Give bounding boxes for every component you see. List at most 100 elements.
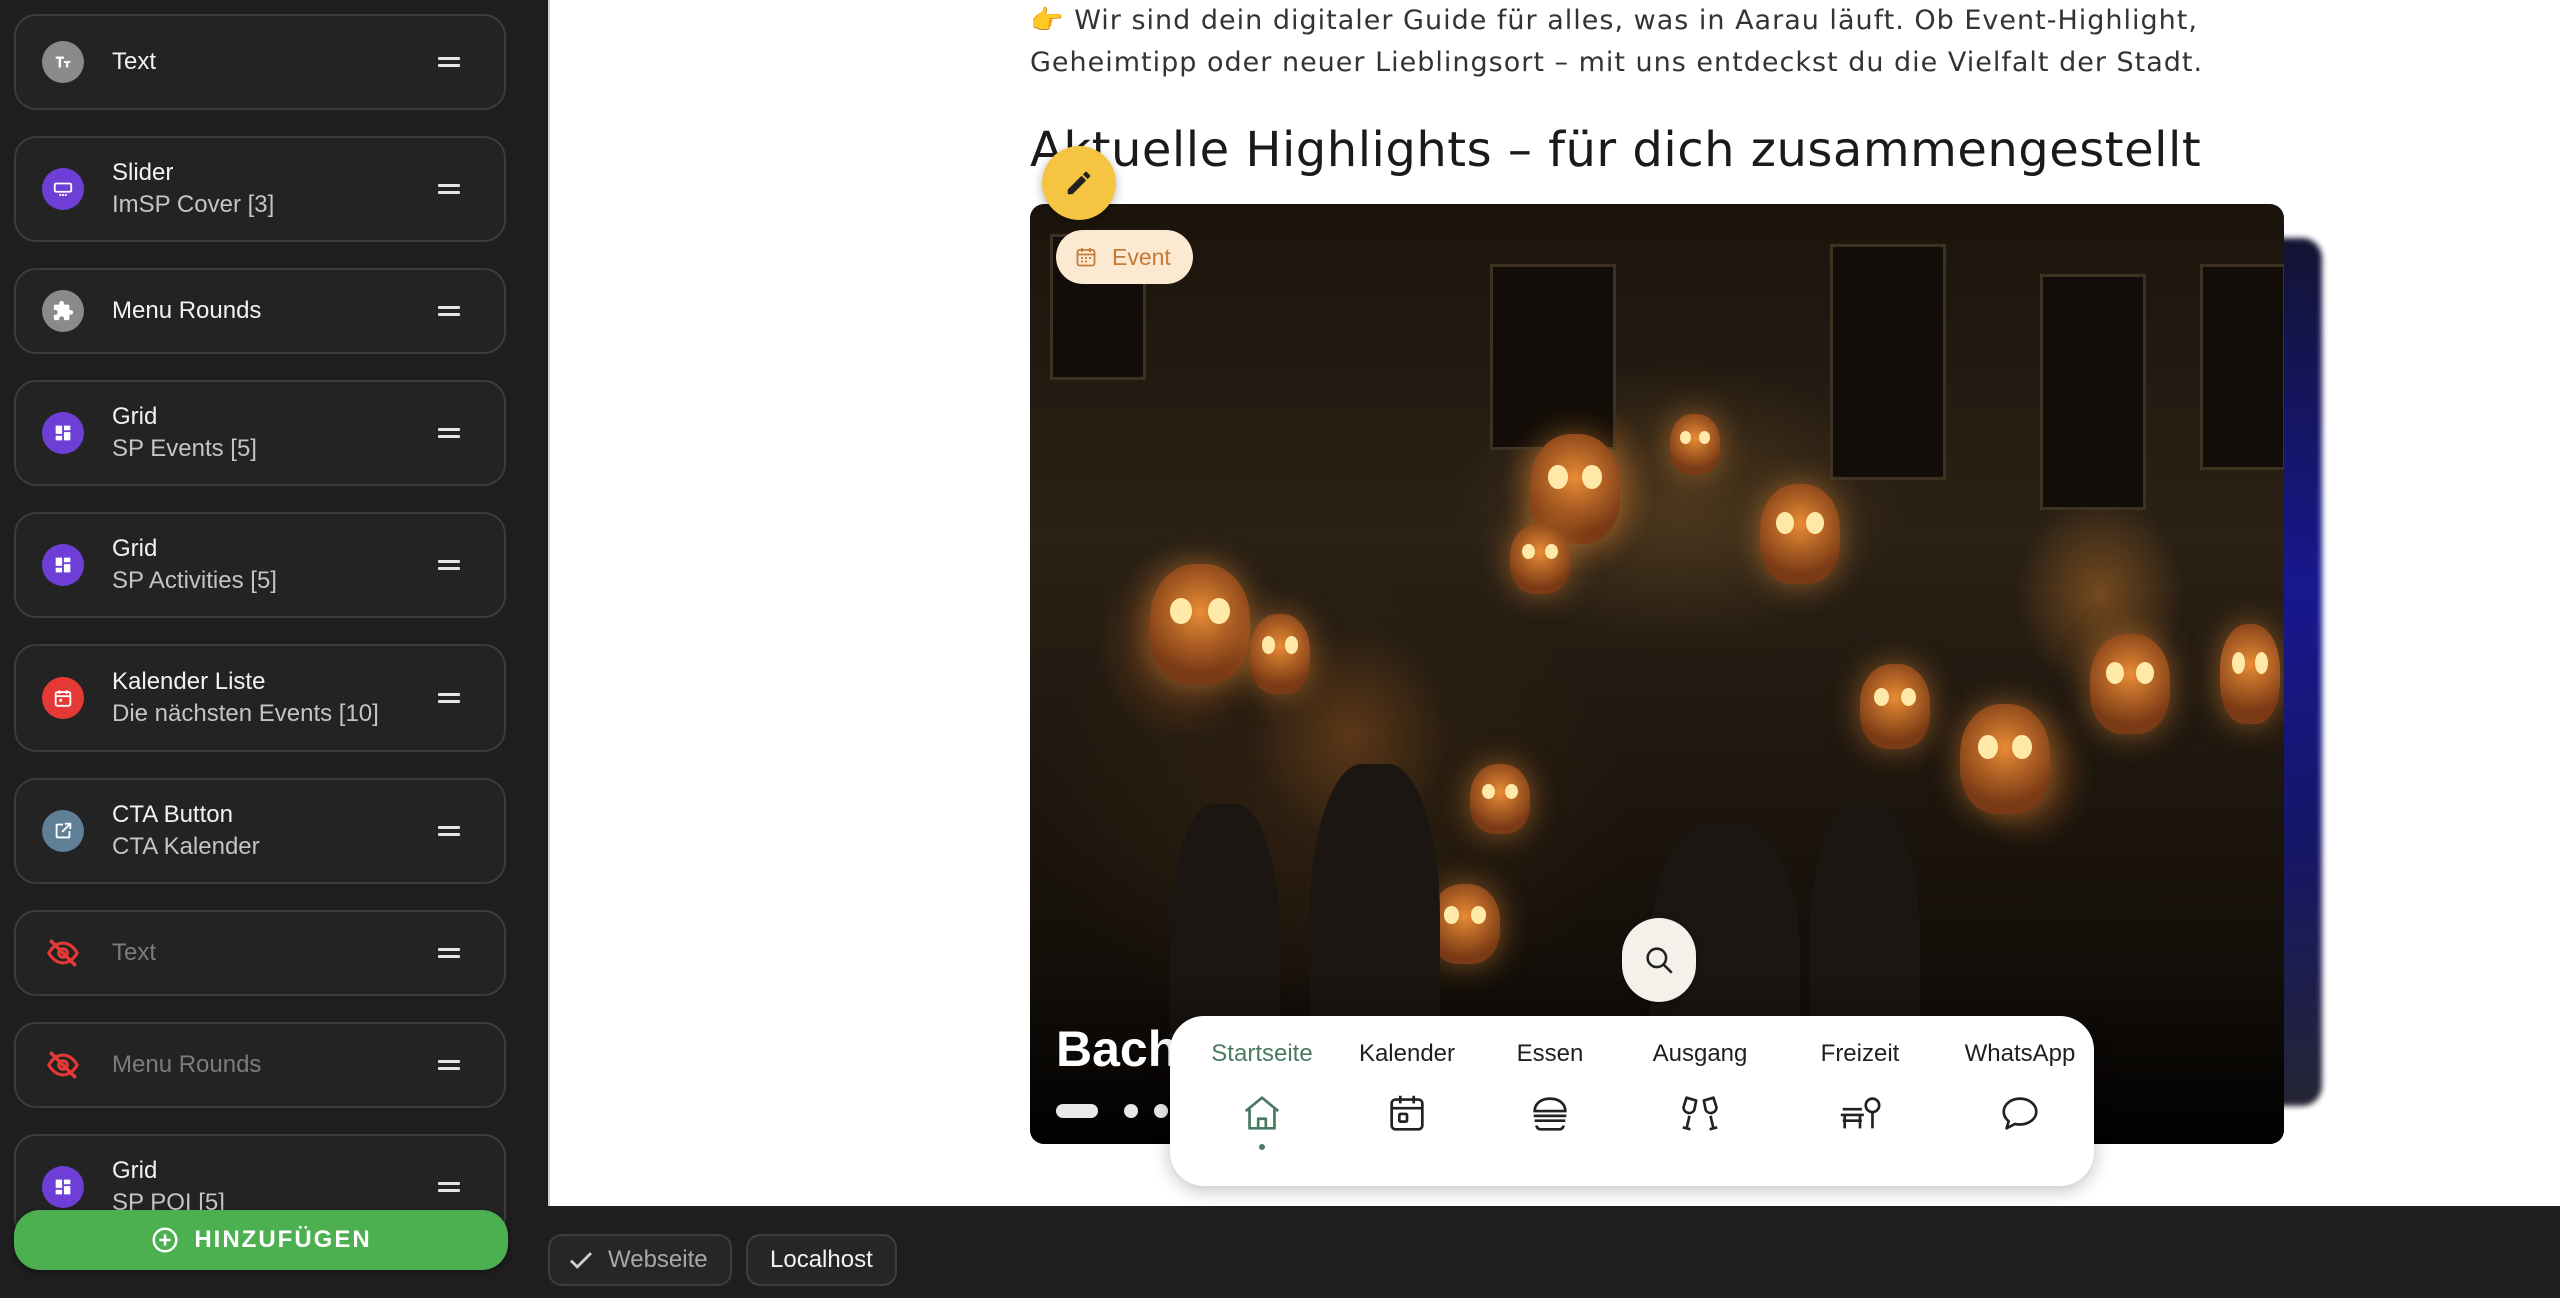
nav-item-essen[interactable]: Essen (1500, 1016, 1600, 1186)
webseite-toggle[interactable]: Webseite (548, 1234, 732, 1286)
chat-bubble-icon (2002, 1097, 2038, 1130)
block-text-hidden[interactable]: Text (14, 910, 506, 996)
dashboard-icon (42, 412, 84, 454)
owl-lantern (1760, 484, 1840, 584)
event-badge: Event (1056, 230, 1193, 284)
background-window (2040, 274, 2146, 510)
bench-tree-icon (1840, 1097, 1881, 1129)
home-icon (1244, 1096, 1280, 1130)
drag-handle-icon[interactable] (438, 1060, 460, 1070)
burger-icon (1533, 1097, 1567, 1131)
drag-handle-icon[interactable] (438, 693, 460, 703)
hero-slide-title: Bach (1056, 1021, 1179, 1077)
block-text[interactable]: Text (14, 14, 506, 110)
owl-lantern (1670, 414, 1720, 474)
drag-handle-icon[interactable] (438, 1182, 460, 1192)
nav-item-ausgang[interactable]: Ausgang (1630, 1016, 1770, 1186)
block-menu-rounds-hidden[interactable]: Menu Rounds (14, 1022, 506, 1108)
calendar-icon (1076, 248, 1096, 267)
owl-lantern (1860, 664, 1930, 749)
hero-slider[interactable]: Event Bach (1030, 204, 2284, 1144)
background-window (1490, 264, 1616, 450)
open-in-new-icon (42, 810, 84, 852)
cheers-icon (1682, 1096, 1718, 1131)
drag-handle-icon[interactable] (438, 826, 460, 836)
drag-handle-icon[interactable] (438, 428, 460, 438)
nav-label: Essen (1516, 1040, 1584, 1067)
slider-icon (42, 168, 84, 210)
owl-lantern (1250, 614, 1310, 694)
block-title: Text (112, 48, 157, 75)
add-block-button[interactable]: HINZUFÜGEN (14, 1210, 508, 1270)
nav-active-dot (1259, 1144, 1265, 1150)
puzzle-icon (42, 290, 84, 332)
search-button[interactable] (1622, 918, 1696, 1002)
block-title: Text (112, 939, 157, 966)
text-format-icon (42, 41, 84, 83)
block-grid-events[interactable]: Grid SP Events [5] (14, 380, 506, 486)
block-title: Grid (112, 1157, 158, 1184)
bottom-navigation: Startseite Kalender Essen Ausgang Freize… (1170, 1016, 2094, 1186)
drag-handle-icon[interactable] (438, 184, 460, 194)
dashboard-icon (42, 544, 84, 586)
eye-off-icon[interactable] (42, 1044, 84, 1086)
block-title: CTA Button (112, 801, 233, 828)
owl-lantern (1960, 704, 2050, 814)
background-window (1830, 244, 1946, 480)
owl-lantern (2220, 624, 2280, 724)
block-title: Slider (112, 159, 174, 186)
drag-handle-icon[interactable] (438, 306, 460, 316)
block-title: Menu Rounds (112, 1051, 262, 1078)
nav-item-kalender[interactable]: Kalender (1344, 1016, 1470, 1186)
page-preview: 👉 Wir sind dein digitaler Guide für alle… (548, 0, 2560, 1206)
add-block-label: HINZUFÜGEN (194, 1226, 372, 1253)
owl-lantern (1510, 524, 1570, 594)
nav-label: WhatsApp (1964, 1040, 2076, 1067)
highlights-heading: Aktuelle Highlights – für dich zusammeng… (1030, 122, 2202, 178)
block-subtitle: CTA Kalender (112, 833, 260, 860)
environment-bar: Webseite Localhost (548, 1206, 2560, 1298)
block-subtitle: SP Events [5] (112, 435, 257, 462)
owl-lantern (1470, 764, 1530, 834)
nav-item-startseite[interactable]: Startseite (1192, 1016, 1332, 1186)
intro-text: 👉 Wir sind dein digitaler Guide für alle… (1030, 5, 2204, 78)
block-subtitle: ImSP Cover [3] (112, 191, 275, 218)
eye-off-icon[interactable] (42, 932, 84, 974)
webseite-label: Webseite (608, 1246, 708, 1273)
background-window (2200, 264, 2284, 470)
owl-lantern (1150, 564, 1250, 684)
drag-handle-icon[interactable] (438, 560, 460, 570)
block-title: Grid (112, 403, 158, 430)
block-subtitle: SP Activities [5] (112, 567, 277, 594)
block-title: Menu Rounds (112, 297, 262, 324)
edit-button[interactable] (1042, 146, 1116, 220)
localhost-label: Localhost (770, 1246, 873, 1273)
nav-item-whatsapp[interactable]: WhatsApp (1950, 1016, 2090, 1186)
search-icon (1646, 947, 1673, 974)
nav-label: Kalender (1358, 1040, 1456, 1067)
slider-dot-active[interactable] (1056, 1104, 1098, 1118)
check-icon (570, 1252, 592, 1269)
nav-label: Freizeit (1820, 1040, 1900, 1067)
block-title: Kalender Liste (112, 668, 266, 695)
nav-item-freizeit[interactable]: Freizeit (1790, 1016, 1930, 1186)
block-subtitle: Die nächsten Events [10] (112, 700, 379, 727)
block-kalender-liste[interactable]: Kalender Liste Die nächsten Events [10] (14, 644, 506, 752)
drag-handle-icon[interactable] (438, 57, 460, 67)
owl-lantern (1430, 884, 1500, 964)
block-cta-button[interactable]: CTA Button CTA Kalender (14, 778, 506, 884)
slider-dot[interactable] (1124, 1104, 1138, 1118)
block-menu-rounds[interactable]: Menu Rounds (14, 268, 506, 354)
calendar-icon (42, 677, 84, 719)
nav-label: Startseite (1211, 1040, 1313, 1067)
dashboard-icon (42, 1166, 84, 1208)
calendar-icon (1390, 1095, 1424, 1131)
slider-dot[interactable] (1154, 1104, 1168, 1118)
owl-lantern (2090, 634, 2170, 734)
drag-handle-icon[interactable] (438, 948, 460, 958)
localhost-toggle[interactable]: Localhost (746, 1234, 897, 1286)
block-sidebar: Text Slider ImSP Cover [3] Menu Rounds G… (0, 0, 548, 1298)
nav-label: Ausgang (1652, 1040, 1748, 1067)
block-slider[interactable]: Slider ImSP Cover [3] (14, 136, 506, 242)
block-grid-activities[interactable]: Grid SP Activities [5] (14, 512, 506, 618)
